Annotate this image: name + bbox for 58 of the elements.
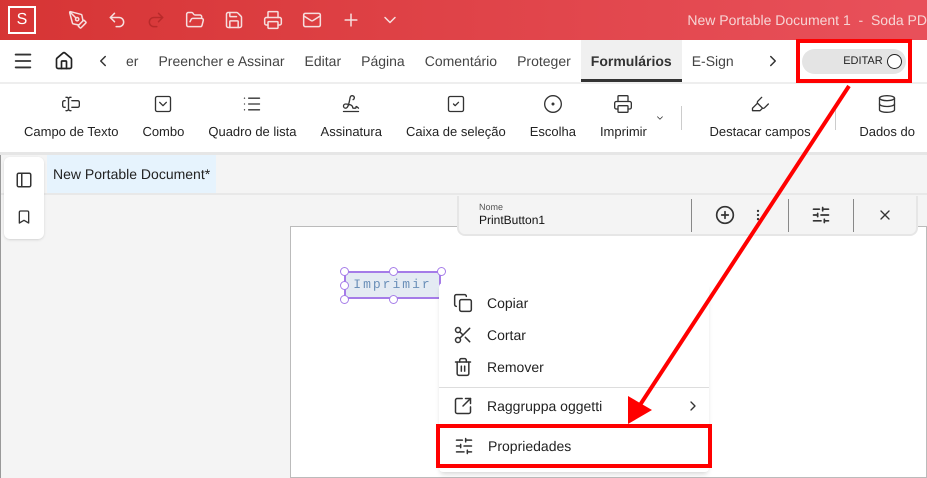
field-label: Nome	[479, 202, 504, 214]
menu-item-icon	[453, 293, 473, 313]
menu-item-icon	[453, 325, 473, 345]
menu-item[interactable]: Remover	[439, 351, 709, 383]
toolbar-button[interactable]: Escolha	[518, 90, 588, 146]
toolbar-button[interactable]: Combo	[130, 90, 196, 146]
tab[interactable]: Página	[351, 40, 415, 82]
menu-item[interactable]: Propriedades	[440, 428, 708, 464]
home-icon[interactable]	[54, 51, 74, 71]
document-tab[interactable]: New Portable Document*	[47, 155, 216, 193]
tab[interactable]: Comentário	[414, 40, 508, 82]
toolbar-button[interactable]: Quadro de lista	[196, 90, 309, 146]
menu-item-icon	[453, 396, 473, 416]
tool-icon	[750, 94, 770, 114]
tool-icon	[61, 94, 82, 114]
field-value[interactable]: PrintButton1	[479, 213, 691, 228]
menu-item-label: Propriedades	[488, 436, 572, 456]
panel-icon[interactable]	[15, 171, 33, 189]
menu-item-label: Copiar	[487, 294, 528, 313]
menu-item-label: Remover	[487, 358, 544, 376]
tab[interactable]: er	[116, 40, 148, 82]
menu-item-label: Cortar	[487, 326, 526, 344]
toolbar-button[interactable]: Imprimir	[588, 90, 659, 146]
tool-icon	[446, 94, 466, 114]
toolbar-button[interactable]: Destacar campos	[697, 90, 823, 146]
bookmark-icon[interactable]	[16, 209, 32, 225]
tab[interactable]: Preencher e Assinar	[148, 40, 295, 82]
edit-toggle[interactable]: EDITAR	[802, 48, 906, 74]
tool-icon	[542, 94, 563, 114]
settings-icon[interactable]	[811, 205, 831, 225]
menu-item-icon	[454, 436, 474, 456]
toolbar-button[interactable]: Dados do	[847, 90, 927, 146]
tab[interactable]: Editar	[294, 40, 352, 82]
tab[interactable]: Proteger	[507, 40, 581, 82]
tab[interactable]: E-Sign	[682, 40, 744, 82]
tool-icon	[341, 94, 362, 114]
mail-icon[interactable]	[302, 10, 322, 30]
window-title: New Portable Document 1 - Soda PD	[687, 10, 927, 30]
menu-item[interactable]: Copiar	[439, 287, 709, 319]
toolbar-button[interactable]: Campo de Texto	[12, 90, 130, 146]
menu-item-icon	[453, 357, 473, 377]
toggle-knob	[886, 54, 902, 68]
printer-icon[interactable]	[263, 10, 283, 30]
tab[interactable]: Formulários	[580, 40, 682, 82]
pen-icon[interactable]	[68, 10, 88, 30]
app-logo: S	[8, 6, 36, 34]
folder-icon[interactable]	[185, 10, 205, 30]
undo-icon[interactable]	[107, 10, 127, 30]
menu-item[interactable]: Raggruppa oggetti	[439, 390, 709, 422]
tool-icon	[613, 94, 634, 114]
tool-icon	[153, 94, 174, 114]
add-icon[interactable]	[715, 205, 735, 225]
tool-icon	[877, 94, 898, 114]
menu-item-label: Raggruppa oggetti	[487, 396, 602, 416]
menu-item[interactable]: Cortar	[439, 319, 709, 351]
toolbar-button[interactable]: Assinatura	[308, 90, 394, 146]
save-icon[interactable]	[224, 10, 244, 30]
toolbar-button[interactable]: Caixa de seleção	[394, 90, 518, 146]
